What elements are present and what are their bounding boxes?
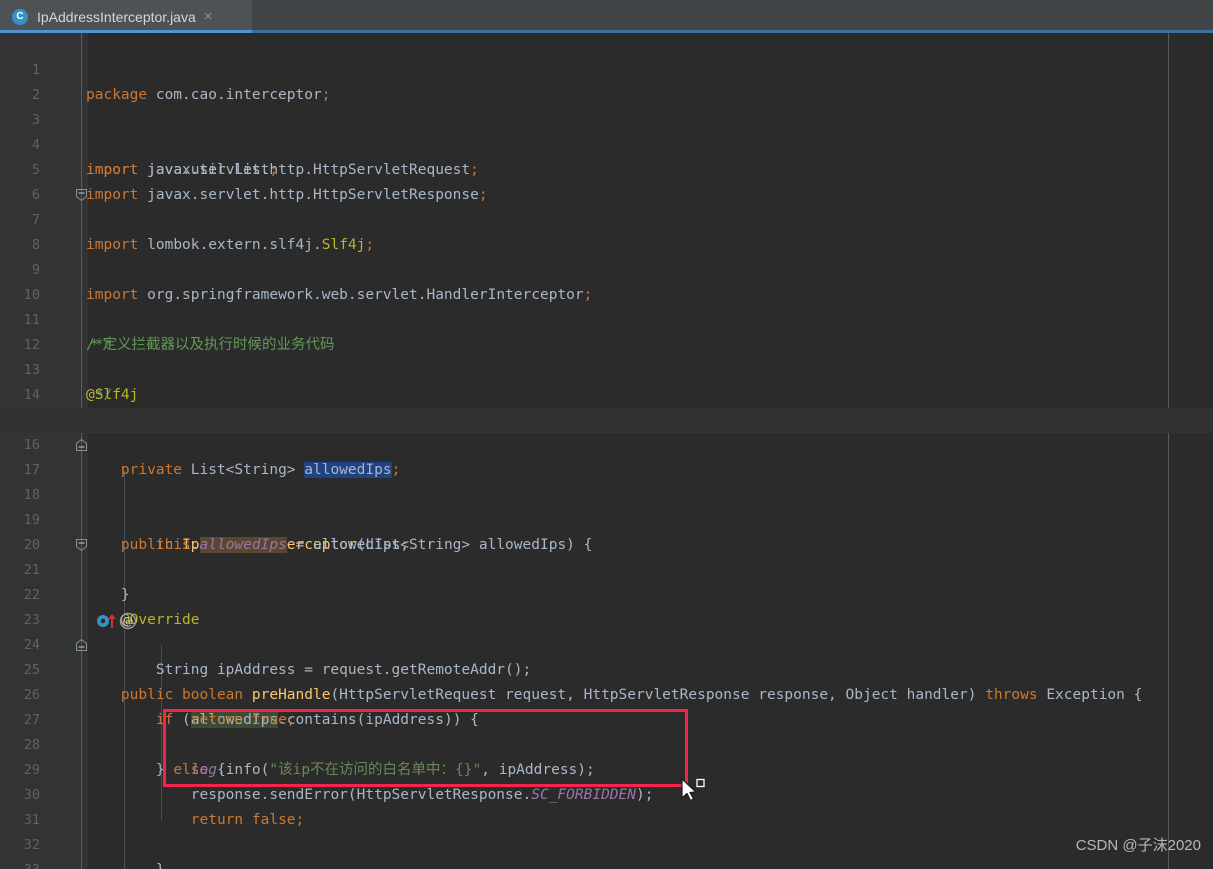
code-line: 27 } else { <box>0 683 1213 778</box>
editor-tab-ipaddressinterceptor[interactable]: C IpAddressInterceptor.java × <box>0 0 252 33</box>
watermark-text: CSDN @子沫2020 <box>1075 837 1201 854</box>
code-line: 33 } <box>0 833 1213 869</box>
line-number: 33 <box>0 858 40 869</box>
code-line-current: 16 private List<String> allowedIps; <box>0 408 1213 478</box>
code-line: 24 String ipAddress = request.getRemoteA… <box>0 608 1213 678</box>
code-line: 21 <box>0 533 1213 578</box>
code-line: 8 import org.springframework.web.servlet… <box>0 208 1213 451</box>
code-line: 29 response.sendError(HttpServletRespons… <box>0 733 1213 803</box>
code-line: 19 this.allowedIps = allowedIps; <box>0 483 1213 553</box>
ide-window: C IpAddressInterceptor.java × 1 package … <box>0 0 1213 869</box>
code-line: 11 * 定义拦截器以及执行时候的业务代码 <box>0 283 1213 353</box>
code-line: 20 } <box>0 508 1213 603</box>
code-line: 25 if (allowedIps.contains(ipAddress)) { <box>0 633 1213 728</box>
code-line: 7 import lombok.extern.slf4j.Slf4j; <box>0 183 1213 253</box>
code-line: 1 package com.cao.interceptor; <box>0 33 1213 103</box>
code-line: 23 @ public boolean preHandle(HttpServle… <box>0 583 1213 703</box>
code-line: 31 } <box>0 783 1213 869</box>
code-line: 28 log.info("该ip不在访问的白名单中：{}", ipAddress… <box>0 708 1213 778</box>
code-line: 22 @Override <box>0 558 1213 628</box>
code-line: 9 <box>0 233 1213 278</box>
code-line: 18 public IpAddressInterceptor(List<Stri… <box>0 458 1213 553</box>
code-line: 4 import javax.servlet.http.HttpServletR… <box>0 108 1213 178</box>
editor-tab-label: IpAddressInterceptor.java <box>37 8 196 25</box>
code-line: 14 public class IpAddressInterceptor imp… <box>0 358 1213 428</box>
gutter-marker-group[interactable]: @ <box>26 587 137 630</box>
code-line: 26 return true; <box>0 658 1213 728</box>
code-line: 12 */ <box>0 308 1213 651</box>
code-line: 15 <box>0 383 1213 428</box>
code-editor[interactable]: 1 package com.cao.interceptor; 2 3 impor… <box>0 33 1213 869</box>
code-line: 2 <box>0 58 1213 103</box>
code-line: 13 @Slf4j <box>0 333 1213 403</box>
code-line: 5 import javax.servlet.http.HttpServletR… <box>0 133 1213 203</box>
close-icon[interactable]: × <box>204 9 213 24</box>
code-line: 10 /** <box>0 258 1213 552</box>
line-content: } <box>86 858 165 869</box>
code-line: 30 return false; <box>0 758 1213 828</box>
code-line: 32 } <box>0 808 1213 853</box>
java-class-icon: C <box>12 8 28 25</box>
code-line: 6 <box>0 158 1213 203</box>
editor-tab-bar: C IpAddressInterceptor.java × <box>0 0 1213 33</box>
mouse-cursor-arrow <box>680 778 706 806</box>
code-line: 17 <box>0 433 1213 478</box>
code-line: 3 import java.util.List; <box>0 83 1213 202</box>
